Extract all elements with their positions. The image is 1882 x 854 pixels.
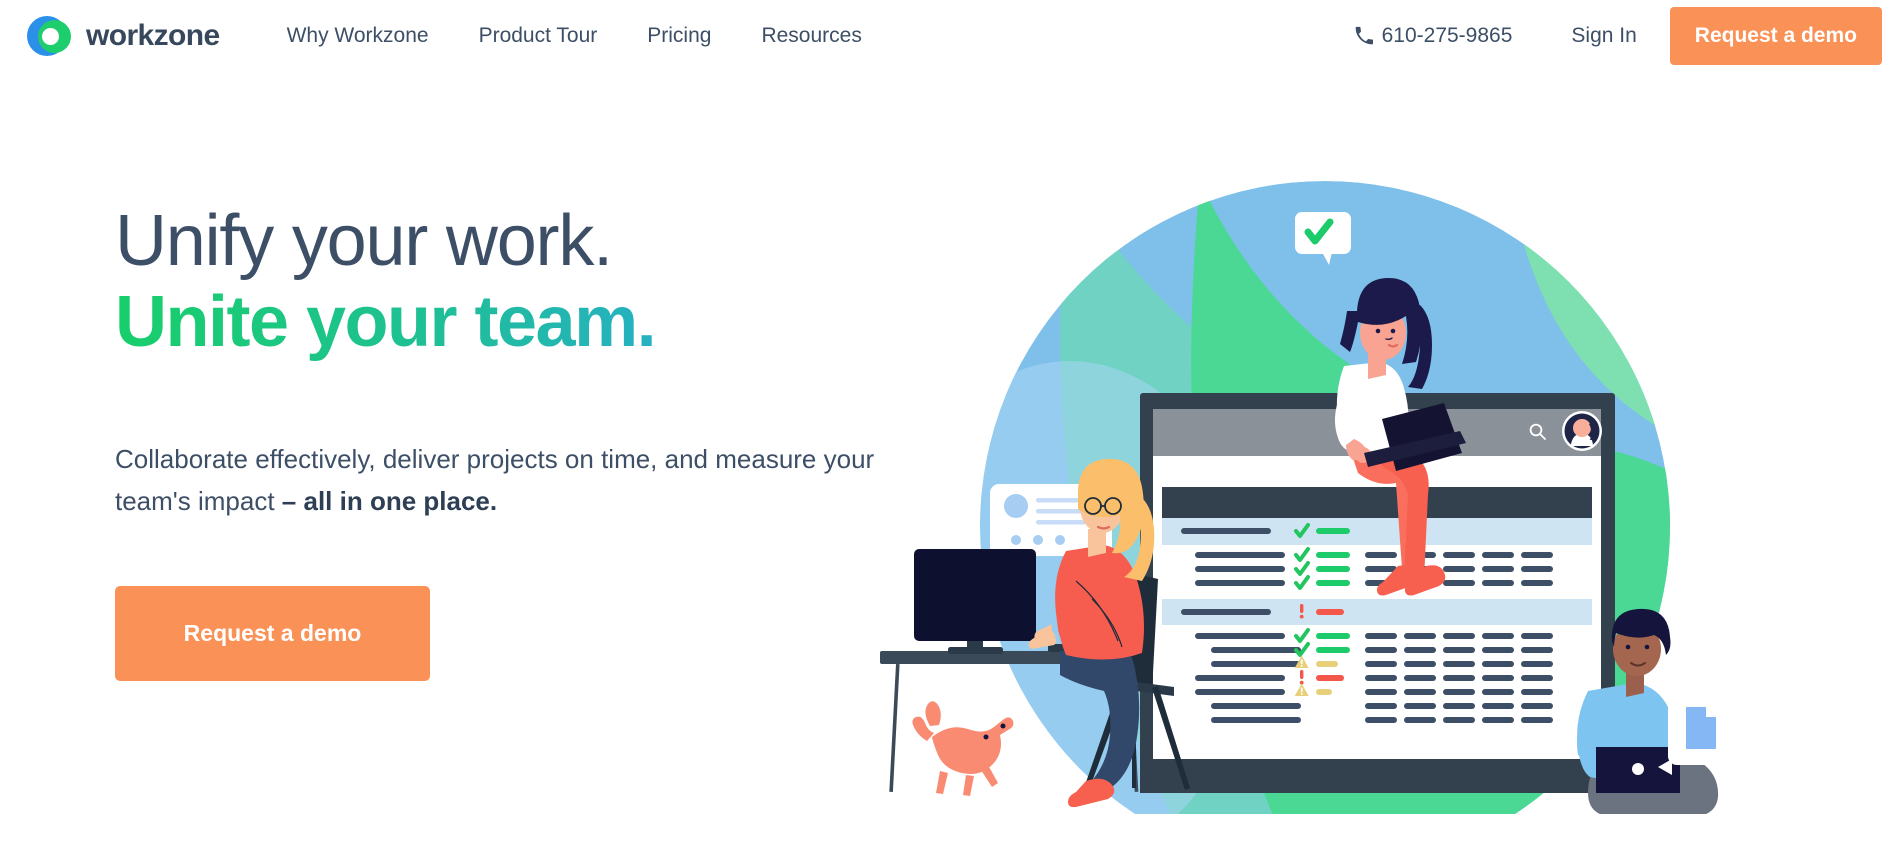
hero-request-demo-button[interactable]: Request a demo <box>115 586 430 682</box>
hero-subheading: Collaborate effectively, deliver project… <box>115 438 905 522</box>
brand-logo-link[interactable]: workzone <box>27 13 220 59</box>
page-title: Unify your work. Unite your team. <box>115 201 955 362</box>
phone-link[interactable]: 610-275-9865 <box>1354 24 1539 48</box>
nav-link-pricing[interactable]: Pricing <box>622 14 736 58</box>
header-request-demo-button[interactable]: Request a demo <box>1669 6 1882 65</box>
user-avatar-icon <box>1562 411 1602 451</box>
hero-section: Unify your work. Unite your team. Collab… <box>0 71 1882 814</box>
headline-line-2: Unite your team. <box>115 282 955 363</box>
team-collaboration-illustration <box>870 181 1790 814</box>
header-actions: 610-275-9865 Sign In Request a demo <box>1354 0 1882 71</box>
subhead-bold-text: – all in one place. <box>281 486 498 517</box>
document-bubble <box>1658 693 1730 775</box>
alert-icon <box>1299 604 1304 619</box>
nav-link-resources[interactable]: Resources <box>736 14 886 58</box>
alert-icon <box>1299 670 1304 685</box>
sign-in-link[interactable]: Sign In <box>1538 24 1669 48</box>
headline-line-1: Unify your work. <box>115 201 613 281</box>
workzone-circles-logo-icon <box>27 13 73 59</box>
dog <box>912 701 1014 796</box>
site-header: workzone Why Workzone Product Tour Prici… <box>0 0 1882 71</box>
phone-icon <box>1354 26 1374 46</box>
nav-link-product-tour[interactable]: Product Tour <box>454 14 623 58</box>
nav-link-why-workzone[interactable]: Why Workzone <box>262 14 454 58</box>
brand-name: workzone <box>86 18 220 52</box>
phone-number: 610-275-9865 <box>1381 23 1513 47</box>
hero-copy: Unify your work. Unite your team. Collab… <box>115 201 955 682</box>
primary-navigation: Why Workzone Product Tour Pricing Resour… <box>262 14 887 58</box>
